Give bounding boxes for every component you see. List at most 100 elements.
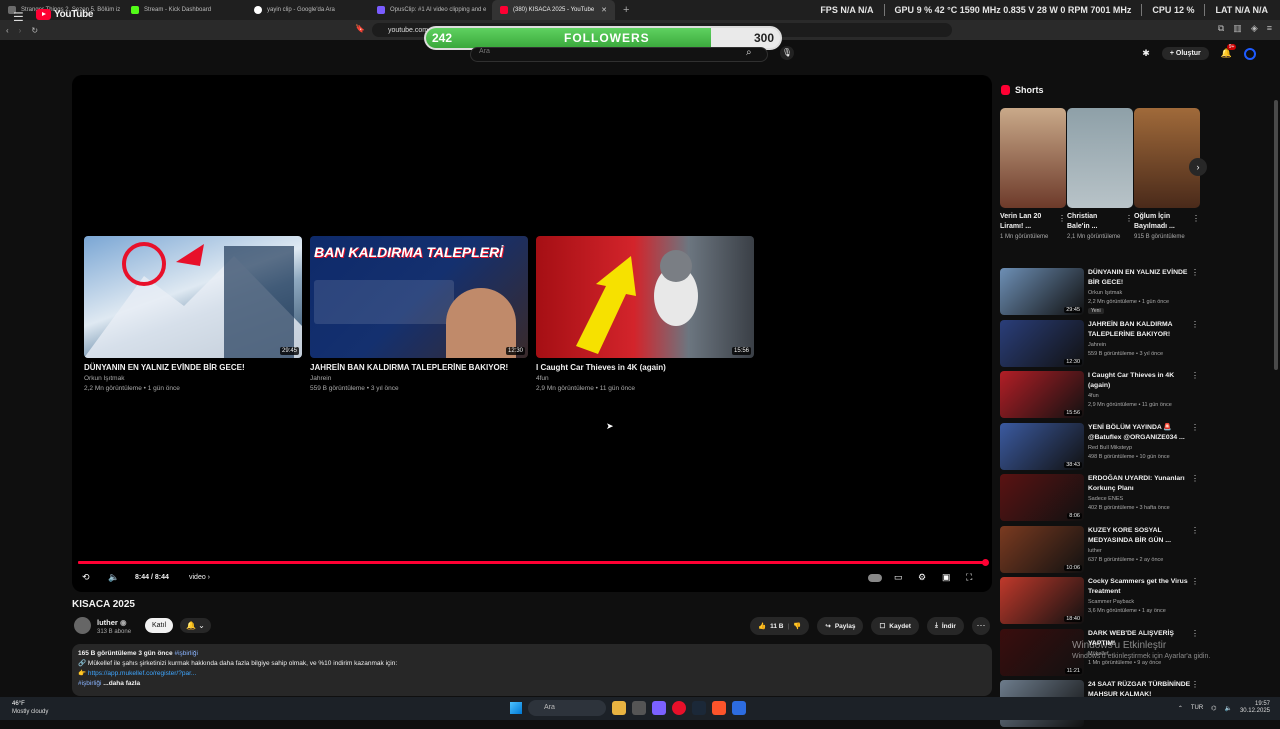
extension-icon[interactable]: ⧉ [1218,23,1224,34]
short-card[interactable]: Christian Bale'in ... 2,1 Mn görüntüleme… [1067,108,1133,242]
channel-avatar[interactable] [74,617,91,634]
save-button[interactable]: ☐ Kaydet [871,617,919,635]
subtitles-icon[interactable]: ▭ [894,572,903,583]
volume-tray-icon[interactable]: 🔈 [1224,705,1231,712]
fullscreen-icon[interactable]: ⛶ [966,572,972,583]
hashtag[interactable]: #işbirliği [78,680,101,687]
recommendation-menu-icon[interactable]: ⋮ [1191,371,1199,380]
recommendation-menu-icon[interactable]: ⋮ [1191,268,1199,277]
description-box[interactable]: 165 B görüntüleme 3 gün önce #işbirliği … [72,644,992,696]
browser-tab-active[interactable]: (380) KISACA 2025 - YouTube ✕ [492,0,615,20]
replay-icon[interactable]: ⟲ [82,572,90,583]
language-indicator[interactable]: TUR [1191,705,1203,711]
taskbar-search[interactable]: Ara [528,700,606,716]
description-link[interactable]: 👉 https://app.mukellef.co/register/?par.… [78,669,986,679]
chapter-button[interactable]: video › [189,574,210,581]
menu-icon[interactable]: ≡ [1267,23,1272,34]
short-menu-icon[interactable]: ⋮ [1058,214,1066,223]
hamburger-menu-icon[interactable]: ☰ [13,10,24,24]
theater-mode-icon[interactable]: ▣ [942,572,951,583]
short-menu-icon[interactable]: ⋮ [1125,214,1133,223]
recommendation-channel[interactable]: Orkun Işıtmak [1088,290,1122,296]
browser-tab[interactable]: Stream - Kick Dashboard [123,0,246,20]
recommendation-thumbnail: 10:06 [1000,525,1084,573]
channel-name[interactable]: luther ◉ [97,618,126,627]
settings-gear-icon[interactable]: ⚙ [918,572,926,583]
endscreen-card[interactable]: 15:56 I Caught Car Thieves in 4K (again)… [536,236,754,394]
autoplay-toggle[interactable] [868,574,882,582]
endscreen-card[interactable]: BAN KALDIRMA TALEPLERİ 12:30 JAHREİN BAN… [310,236,528,394]
recommendation-menu-icon[interactable]: ⋮ [1191,474,1199,483]
account-avatar[interactable] [1244,47,1256,60]
search-input[interactable]: Ara [470,47,768,62]
brave-browser-icon[interactable] [712,701,726,715]
obs-icon[interactable] [672,701,686,715]
short-menu-icon[interactable]: ⋮ [1192,214,1200,223]
shorts-next-arrow-icon[interactable]: › [1189,158,1207,176]
close-tab-icon[interactable]: ✕ [601,6,607,14]
discord-icon[interactable] [652,701,666,715]
notifications-icon[interactable]: 🔔 9+ [1221,44,1237,59]
volume-icon[interactable]: 🔈 [108,572,119,583]
recommendation-item[interactable]: 10:06 KUZEY KORE SOSYAL MEDYASINDA BİR GÜ… [1000,525,1205,575]
recommendation-channel[interactable]: Red Bull Mikstеyp [1088,445,1132,451]
recommendation-menu-icon[interactable]: ⋮ [1191,629,1199,638]
progress-bar[interactable] [78,559,989,566]
progress-scrubber[interactable] [982,559,989,566]
subscription-bell-button[interactable]: 🔔 ⌄ [180,618,211,633]
recommendation-item[interactable]: 29:45 DÜNYANIN EN YALNIZ EVİNDE BİR GECE!… [1000,268,1205,317]
hashtag[interactable]: #işbirliği [174,650,197,657]
recommendation-menu-icon[interactable]: ⋮ [1191,526,1199,535]
recommendation-menu-icon[interactable]: ⋮ [1191,423,1199,432]
tray-chevron-icon[interactable]: ⌃ [1178,705,1183,712]
like-button[interactable]: 👍 11 B | 👎 [750,617,810,635]
back-icon[interactable]: ‹ [6,26,9,35]
download-button[interactable]: ⤓ İndir [926,617,964,635]
forward-icon[interactable]: › [19,26,22,35]
terminal-icon[interactable] [632,701,646,715]
show-more-button[interactable]: ...daha fazla [103,680,140,687]
system-clock[interactable]: 19:57 30.12.2025 [1240,701,1270,715]
recommendation-menu-icon[interactable]: ⋮ [1191,577,1199,586]
thumbs-down-icon[interactable]: 👎 [793,622,801,630]
browser-tab[interactable]: OpusClip: #1 AI video clipping and e [369,0,492,20]
reload-icon[interactable]: ↻ [31,26,38,35]
recommendation-channel[interactable]: 4fun [1088,393,1099,399]
recommendation-item[interactable]: 8:06 ERDOĞAN UYARDI: Yunanları Korkunç Pl… [1000,474,1205,523]
app-icon[interactable] [732,701,746,715]
recommendation-channel[interactable]: Jahrein [1088,342,1106,348]
recommendation-item[interactable]: 15:56 I Caught Car Thieves in 4K (again) 4… [1000,371,1205,420]
recommendation-item[interactable]: 38:43 YENİ BÖLÜM YAYINDA 🚨 @Batuflex @ORG… [1000,422,1205,472]
sidebar-icon[interactable]: ▥ [1233,23,1242,34]
recommendation-channel[interactable]: Sadece ENES [1088,496,1123,502]
short-card[interactable]: Verin Lan 20 Liramı! ... 1 Mn görüntülem… [1000,108,1066,242]
recommendation-item[interactable]: 12:30 JAHREİN BAN KALDIRMA TALEPLERİNE BA… [1000,319,1205,369]
create-button[interactable]: + Oluştur [1161,47,1209,60]
microphone-icon[interactable]: 🎙 [780,46,794,60]
bookmark-icon[interactable]: 🔖 [355,24,365,33]
youtube-logo[interactable]: YouTube [36,9,94,20]
recommendation-menu-icon[interactable]: ⋮ [1191,680,1199,689]
recommendation-channel[interactable]: luther [1088,548,1102,554]
file-explorer-icon[interactable] [612,701,626,715]
endscreen-card[interactable]: 29:45 DÜNYANIN EN YALNIZ EVİNDE BİR GECE… [84,236,302,394]
video-player[interactable]: 29:45 DÜNYANIN EN YALNIZ EVİNDE BİR GECE… [72,75,992,592]
cast-icon[interactable]: ✱ [1142,48,1150,59]
new-tab-button[interactable]: + [615,4,637,16]
windows-activation-hint: Windows'u etkinleştirmek için Ayarlar'a … [1072,653,1211,660]
weather-widget[interactable]: 46°F Mostly cloudy [12,700,48,716]
windows-start-icon[interactable] [510,702,522,714]
browser-tab[interactable]: yayin clip - Google'da Ara [246,0,369,20]
join-button[interactable]: Katıl [145,618,174,633]
wallet-icon[interactable]: ◈ [1251,23,1258,34]
page-scrollbar[interactable] [1274,100,1278,370]
short-card[interactable]: Oğlum İçin Bayılmadı ... 915 B görüntüle… [1134,108,1200,242]
more-actions-icon[interactable]: ⋯ [971,617,990,635]
search-icon[interactable]: ⌕ [746,47,752,58]
recommendation-channel[interactable]: Scammer Payback [1088,599,1134,605]
share-button[interactable]: ↪ Paylaş [817,617,864,635]
network-icon[interactable]: ⌬ [1211,705,1216,712]
steam-icon[interactable] [692,701,706,715]
recommendation-item[interactable]: 18:40 Cocky Scammers get the Virus Treatm… [1000,577,1205,626]
recommendation-menu-icon[interactable]: ⋮ [1191,320,1199,329]
